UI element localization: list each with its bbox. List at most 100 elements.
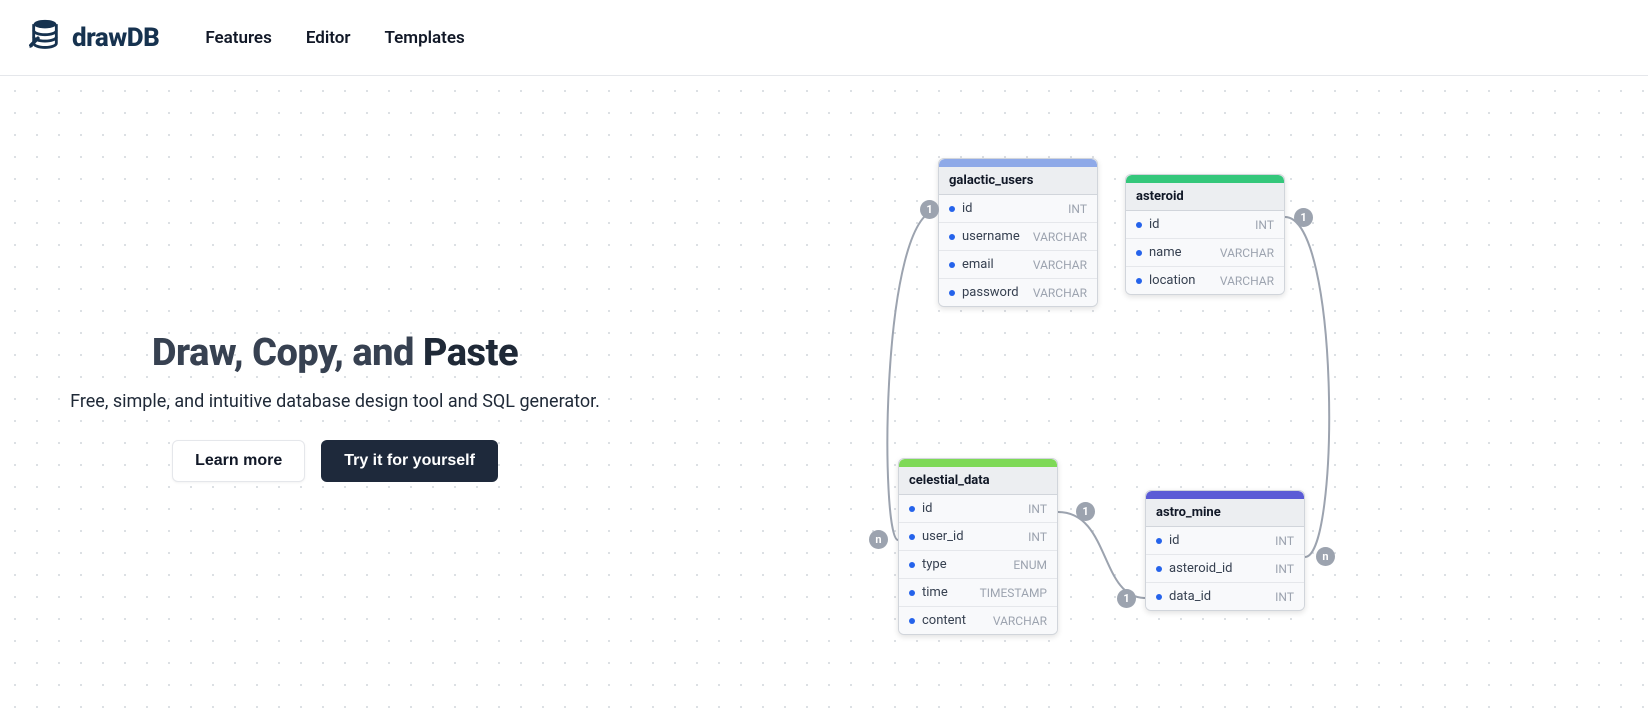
logo-text: drawDB xyxy=(72,23,159,53)
key-dot-icon xyxy=(909,506,915,512)
field-type: VARCHAR xyxy=(1033,286,1087,300)
key-dot-icon xyxy=(909,534,915,540)
field-type: VARCHAR xyxy=(1220,246,1274,260)
field-left: email xyxy=(949,257,994,272)
table-field[interactable]: location VARCHAR xyxy=(1126,267,1284,294)
key-dot-icon xyxy=(1156,538,1162,544)
field-left: password xyxy=(949,285,1019,300)
table-galactic_users[interactable]: galactic_usersid INT username VARCHAR email V… xyxy=(938,158,1098,307)
key-dot-icon xyxy=(949,262,955,268)
key-dot-icon xyxy=(909,562,915,568)
field-name: data_id xyxy=(1169,589,1211,604)
table-field[interactable]: email VARCHAR xyxy=(939,251,1097,279)
key-dot-icon xyxy=(1156,594,1162,600)
field-left: id xyxy=(909,501,933,516)
nav-templates[interactable]: Templates xyxy=(384,28,464,48)
field-type: INT xyxy=(1068,202,1087,216)
table-color-bar xyxy=(1126,175,1284,183)
field-name: time xyxy=(922,585,948,600)
field-type: ENUM xyxy=(1013,558,1047,572)
table-field[interactable]: id INT xyxy=(1146,527,1304,555)
nav-features[interactable]: Features xyxy=(205,28,272,48)
key-dot-icon xyxy=(909,618,915,624)
field-left: id xyxy=(949,201,973,216)
field-name: username xyxy=(962,229,1020,244)
table-title: celestial_data xyxy=(899,467,1057,495)
table-field[interactable]: id INT xyxy=(1126,211,1284,239)
table-field[interactable]: data_id INT xyxy=(1146,583,1304,610)
cardinality-label: n xyxy=(869,530,888,549)
field-left: asteroid_id xyxy=(1156,561,1232,576)
database-icon xyxy=(28,17,62,58)
field-name: name xyxy=(1149,245,1182,260)
field-name: location xyxy=(1149,273,1195,288)
cardinality-label: 1 xyxy=(1076,502,1095,521)
field-type: VARCHAR xyxy=(1033,230,1087,244)
field-left: user_id xyxy=(909,529,964,544)
table-title: galactic_users xyxy=(939,167,1097,195)
table-title: asteroid xyxy=(1126,183,1284,211)
table-color-bar xyxy=(1146,491,1304,499)
key-dot-icon xyxy=(949,234,955,240)
field-name: id xyxy=(922,501,933,516)
key-dot-icon xyxy=(949,290,955,296)
field-left: id xyxy=(1136,217,1160,232)
table-field[interactable]: password VARCHAR xyxy=(939,279,1097,306)
field-name: email xyxy=(962,257,994,272)
field-name: id xyxy=(962,201,973,216)
cardinality-label: 1 xyxy=(920,200,939,219)
key-dot-icon xyxy=(1136,278,1142,284)
field-name: user_id xyxy=(922,529,964,544)
table-field[interactable]: name VARCHAR xyxy=(1126,239,1284,267)
table-field[interactable]: user_id INT xyxy=(899,523,1057,551)
logo[interactable]: drawDB xyxy=(28,17,159,58)
field-type: TIMESTAMP xyxy=(980,586,1047,600)
cardinality-label: 1 xyxy=(1294,208,1313,227)
field-type: INT xyxy=(1028,530,1047,544)
field-type: INT xyxy=(1275,590,1294,604)
field-name: id xyxy=(1169,533,1180,548)
field-type: INT xyxy=(1275,534,1294,548)
table-field[interactable]: id INT xyxy=(899,495,1057,523)
key-dot-icon xyxy=(909,590,915,596)
field-name: password xyxy=(962,285,1019,300)
key-dot-icon xyxy=(1156,566,1162,572)
key-dot-icon xyxy=(949,206,955,212)
table-field[interactable]: id INT xyxy=(939,195,1097,223)
cardinality-label: 1 xyxy=(1117,589,1136,608)
diagram: galactic_usersid INT username VARCHAR email V… xyxy=(0,76,1648,715)
field-left: id xyxy=(1156,533,1180,548)
table-astro_mine[interactable]: astro_mineid INT asteroid_id INT data_id INT xyxy=(1145,490,1305,611)
field-name: type xyxy=(922,557,947,572)
table-celestial_data[interactable]: celestial_dataid INT user_id INT type ENUM tim… xyxy=(898,458,1058,635)
nav-editor[interactable]: Editor xyxy=(306,28,351,48)
table-color-bar xyxy=(939,159,1097,167)
table-field[interactable]: time TIMESTAMP xyxy=(899,579,1057,607)
key-dot-icon xyxy=(1136,222,1142,228)
field-name: asteroid_id xyxy=(1169,561,1232,576)
nav: Features Editor Templates xyxy=(205,28,464,48)
field-name: content xyxy=(922,613,966,628)
field-type: INT xyxy=(1028,502,1047,516)
field-type: INT xyxy=(1255,218,1274,232)
field-type: VARCHAR xyxy=(993,614,1047,628)
field-left: data_id xyxy=(1156,589,1211,604)
field-name: id xyxy=(1149,217,1160,232)
table-field[interactable]: username VARCHAR xyxy=(939,223,1097,251)
field-left: location xyxy=(1136,273,1195,288)
table-field[interactable]: content VARCHAR xyxy=(899,607,1057,634)
field-left: time xyxy=(909,585,948,600)
field-left: username xyxy=(949,229,1020,244)
table-title: astro_mine xyxy=(1146,499,1304,527)
field-type: INT xyxy=(1275,562,1294,576)
table-field[interactable]: type ENUM xyxy=(899,551,1057,579)
field-type: VARCHAR xyxy=(1220,274,1274,288)
key-dot-icon xyxy=(1136,250,1142,256)
cardinality-label: n xyxy=(1316,547,1335,566)
hero-area: Draw, Copy, and Paste Free, simple, and … xyxy=(0,76,1648,715)
field-left: name xyxy=(1136,245,1182,260)
table-asteroid[interactable]: asteroid id INT name VARCHAR location VARCHAR xyxy=(1125,174,1285,295)
table-field[interactable]: asteroid_id INT xyxy=(1146,555,1304,583)
header: drawDB Features Editor Templates xyxy=(0,0,1648,76)
field-type: VARCHAR xyxy=(1033,258,1087,272)
